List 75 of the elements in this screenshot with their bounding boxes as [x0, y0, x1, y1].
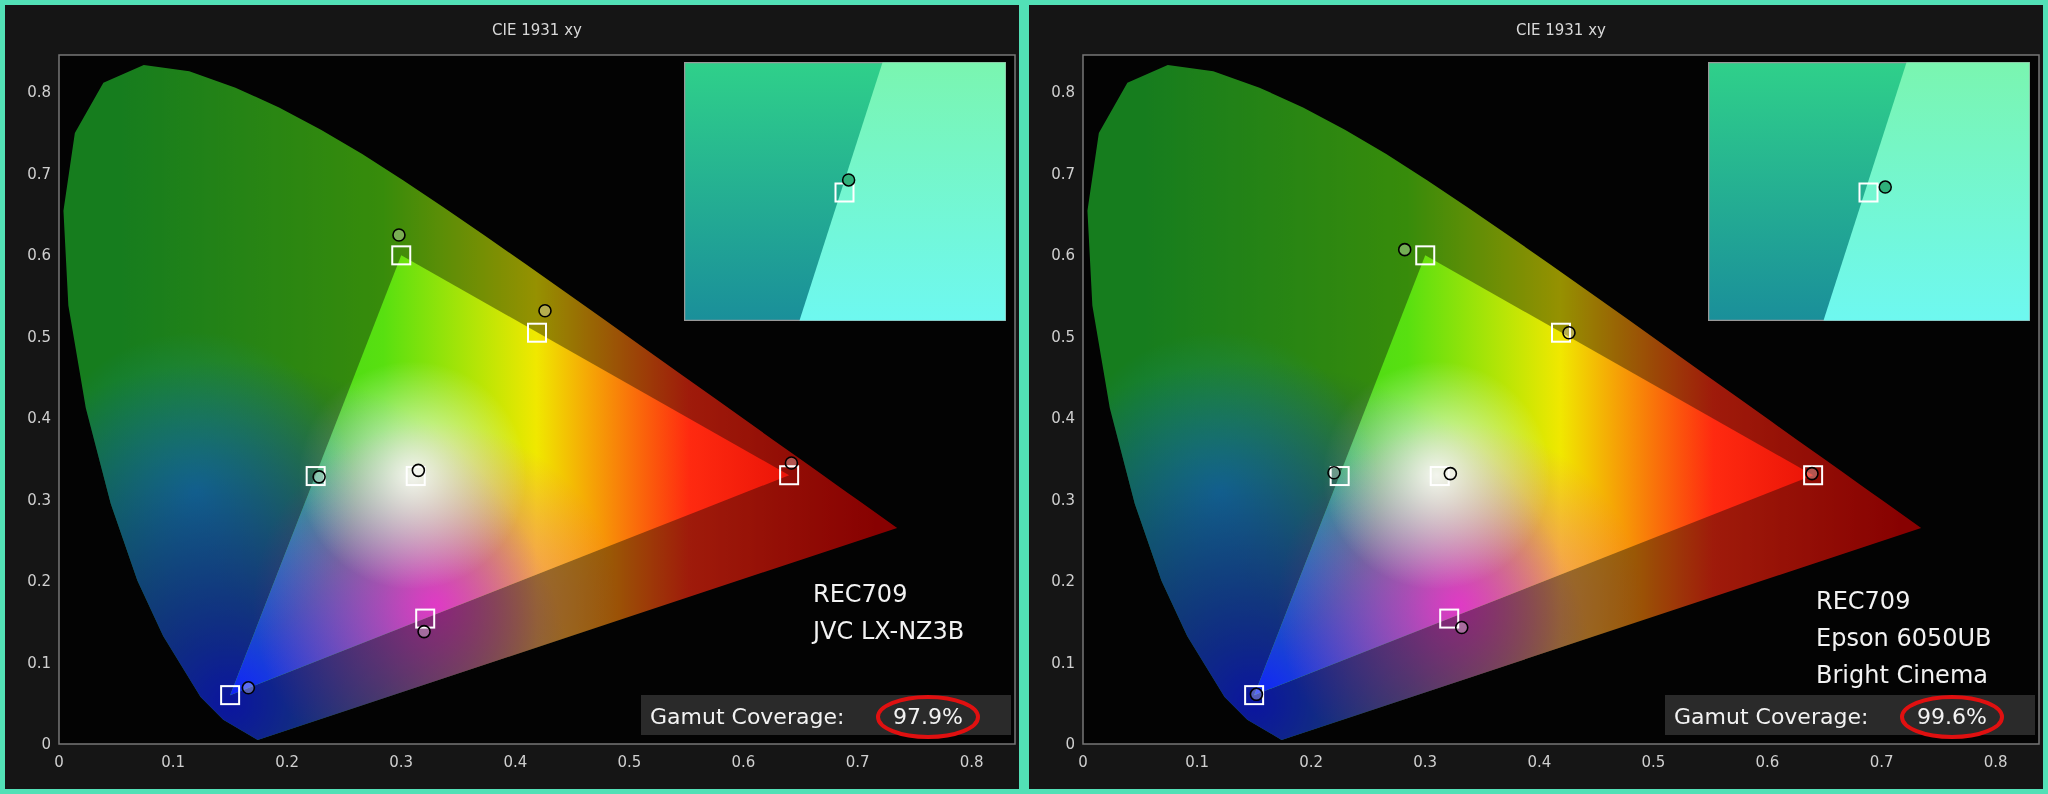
x-tick-label: 0.6 — [1755, 753, 1780, 771]
y-tick-label: 0.2 — [1051, 572, 1075, 591]
measured-point — [1443, 466, 1458, 481]
measured-point — [1805, 466, 1819, 481]
legend-text: REC709 — [813, 580, 908, 608]
measured-point — [1249, 687, 1264, 702]
x-tick-label: 0 — [1078, 753, 1088, 771]
y-tick-label: 0.5 — [1051, 327, 1075, 346]
measured-point — [1327, 466, 1341, 480]
measured-point — [1562, 325, 1576, 340]
coverage-value: 97.9% — [893, 704, 963, 729]
target-point — [1551, 322, 1571, 343]
coverage-value: 99.6% — [1917, 704, 1987, 729]
target-point — [405, 466, 426, 487]
target-point — [1244, 685, 1265, 706]
measured-point — [411, 463, 426, 478]
legend-text: REC709 — [1816, 587, 1911, 615]
y-tick-label: 0.1 — [1051, 653, 1075, 672]
x-tick-label: 0.3 — [1413, 753, 1438, 771]
y-tick-label: 0.5 — [27, 327, 51, 346]
measured-point — [241, 681, 256, 695]
y-tick-label: 0.7 — [27, 164, 51, 183]
y-tick-label: 0.6 — [1051, 246, 1075, 265]
x-tick-label: 0.5 — [1641, 753, 1666, 771]
y-tick-label: 0.4 — [27, 409, 51, 428]
x-tick-label: 0.6 — [731, 753, 756, 771]
x-tick-label: 0.8 — [959, 753, 984, 771]
measured-point — [312, 470, 326, 484]
measured-point — [538, 303, 552, 318]
target-point — [1429, 466, 1450, 487]
coverage-label: Gamut Coverage: — [650, 704, 845, 729]
target-point — [305, 466, 326, 487]
y-tick-label: 0.4 — [1051, 409, 1075, 428]
target-point — [391, 245, 412, 266]
legend-text: Epson 6050UB — [1816, 624, 1992, 652]
target-point — [415, 608, 436, 629]
y-tick-label: 0 — [1065, 735, 1075, 753]
x-tick-label: 0.4 — [503, 753, 528, 771]
x-tick-label: 0.7 — [1869, 753, 1894, 771]
x-tick-label: 0.5 — [617, 753, 642, 771]
measured-point — [1397, 242, 1412, 257]
y-tick-label: 0.3 — [27, 490, 51, 509]
x-tick-label: 0.8 — [1983, 753, 2008, 771]
x-tick-label: 0.7 — [845, 753, 870, 771]
target-point — [1439, 608, 1460, 629]
y-tick-label: 0.6 — [27, 246, 51, 265]
y-tick-label: 0.3 — [1051, 490, 1075, 509]
y-tick-label: 0.8 — [1051, 83, 1075, 102]
target-point — [1415, 245, 1436, 266]
measured-point — [1454, 620, 1469, 635]
x-tick-label: 0 — [54, 753, 64, 771]
measured-point — [784, 456, 799, 470]
y-tick-label: 0.8 — [27, 83, 51, 102]
x-tick-label: 0.1 — [161, 753, 185, 771]
target-point — [1803, 465, 1824, 486]
legend-text: JVC LX-NZ3B — [813, 617, 965, 645]
x-tick-label: 0.3 — [389, 753, 414, 771]
target-point — [1329, 466, 1350, 487]
target-point — [220, 685, 241, 706]
x-tick-label: 0.2 — [1299, 753, 1324, 771]
x-tick-label: 0.2 — [275, 753, 300, 771]
y-tick-label: 0.2 — [27, 572, 51, 591]
x-tick-label: 0.1 — [1185, 753, 1209, 771]
measured-point — [417, 624, 431, 639]
legend-text: Bright Cinema — [1816, 661, 1988, 689]
coverage-label: Gamut Coverage: — [1674, 704, 1869, 729]
y-tick-label: 0.1 — [27, 653, 51, 672]
measured-point — [392, 228, 406, 242]
y-tick-label: 0 — [41, 735, 51, 753]
y-tick-label: 0.7 — [1051, 164, 1075, 183]
x-tick-label: 0.4 — [1527, 753, 1552, 771]
target-point — [527, 322, 547, 343]
target-point — [779, 465, 800, 486]
chart-title: CIE 1931 xy — [1516, 21, 1606, 39]
chart-title: CIE 1931 xy — [492, 21, 582, 39]
